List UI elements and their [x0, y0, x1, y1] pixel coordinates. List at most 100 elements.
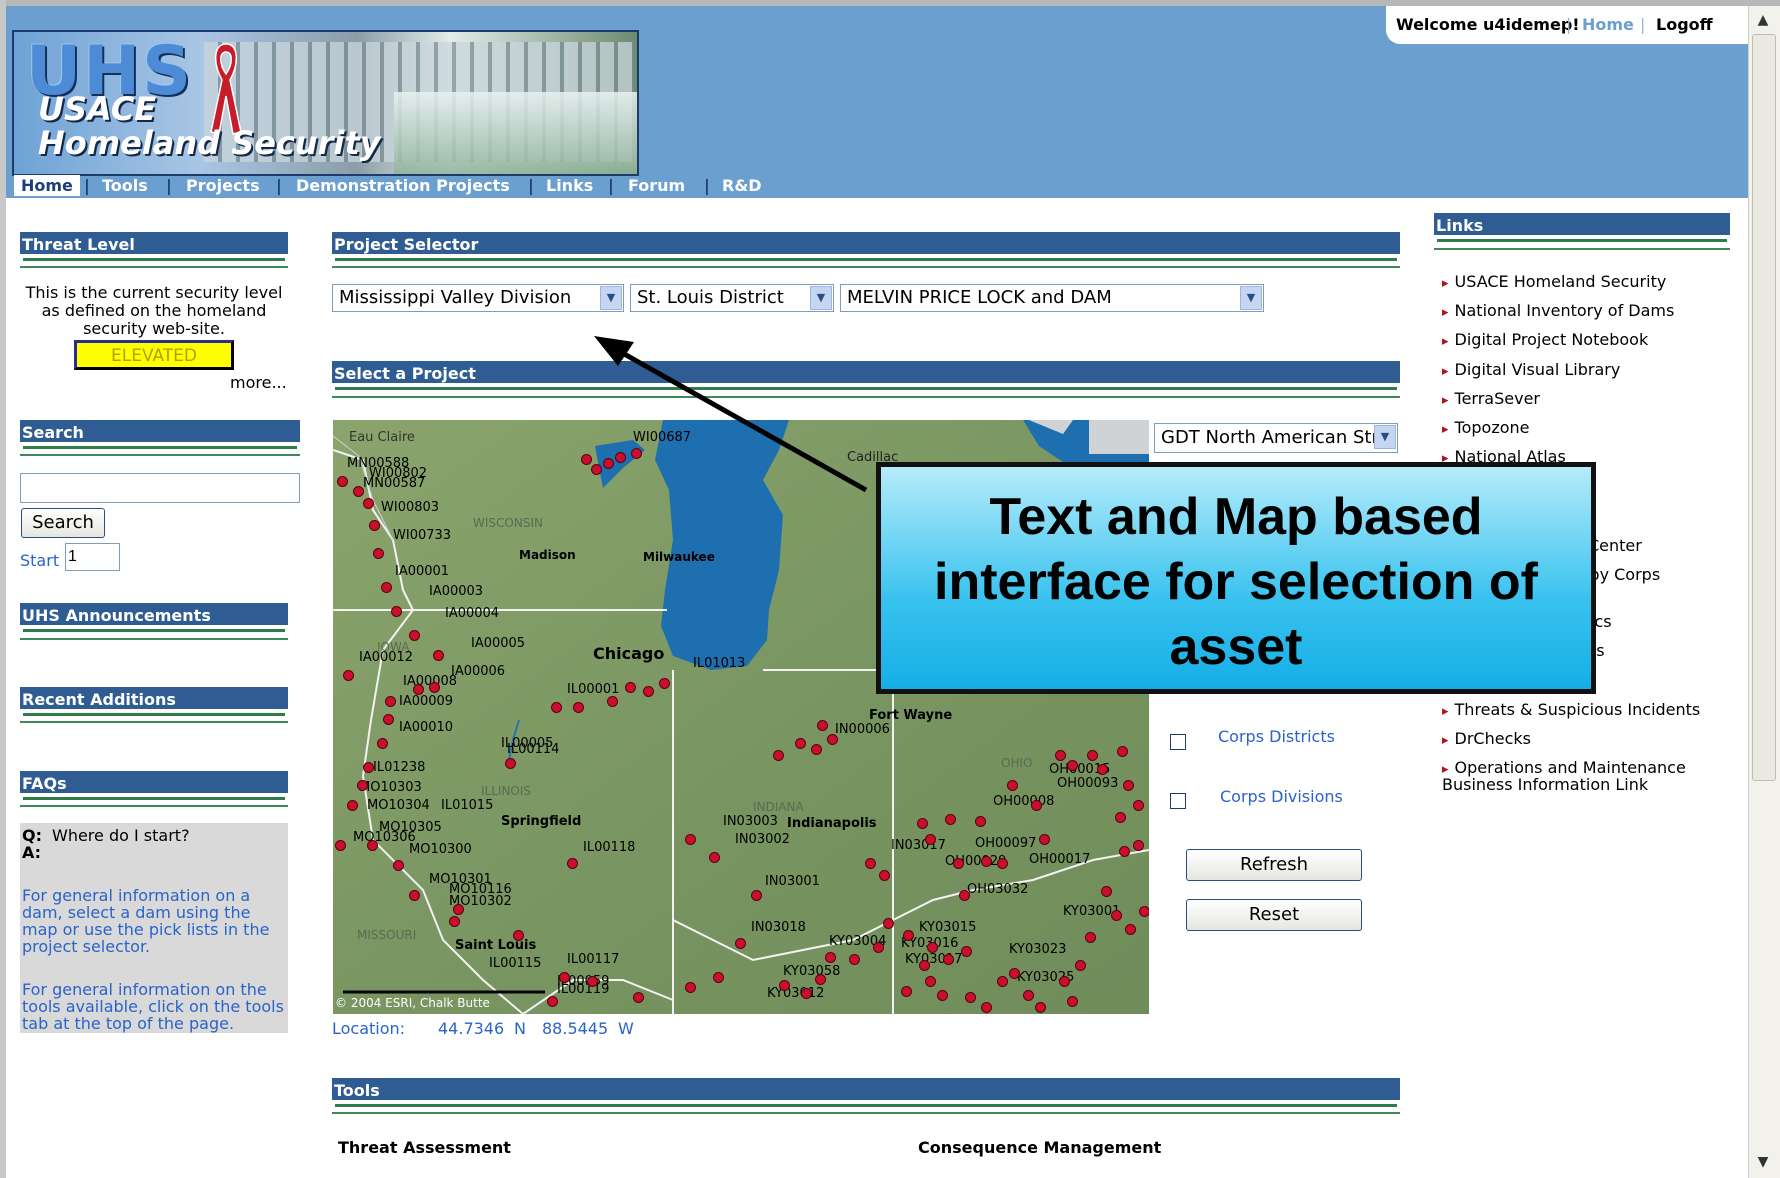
- threat-level-badge[interactable]: ELEVATED: [74, 340, 234, 370]
- dam-marker[interactable]: [903, 930, 914, 941]
- dam-marker[interactable]: [825, 952, 836, 963]
- project-select[interactable]: MELVIN PRICE LOCK and DAM ▼: [840, 284, 1264, 312]
- dam-marker[interactable]: [1059, 976, 1070, 987]
- dam-marker[interactable]: [709, 852, 720, 863]
- dam-marker[interactable]: [1125, 924, 1136, 935]
- dam-marker[interactable]: [1075, 960, 1086, 971]
- dam-marker[interactable]: [1115, 812, 1126, 823]
- dam-marker[interactable]: [643, 686, 654, 697]
- dam-marker[interactable]: [1035, 1002, 1046, 1013]
- dam-marker[interactable]: [381, 582, 392, 593]
- dam-marker[interactable]: [505, 758, 516, 769]
- dam-marker[interactable]: [817, 720, 828, 731]
- dam-marker[interactable]: [1111, 910, 1122, 921]
- dam-marker[interactable]: [1139, 906, 1149, 917]
- dam-marker[interactable]: [373, 548, 384, 559]
- division-select[interactable]: Mississippi Valley Division ▼: [332, 284, 624, 312]
- dam-marker[interactable]: [409, 630, 420, 641]
- link-digital-project-notebook[interactable]: Digital Project Notebook: [1442, 330, 1649, 349]
- dam-marker[interactable]: [959, 890, 970, 901]
- logoff-link[interactable]: Logoff: [1656, 15, 1713, 34]
- tool-threat-assessment[interactable]: Threat Assessment: [338, 1138, 511, 1157]
- dam-marker[interactable]: [965, 992, 976, 1003]
- dam-marker[interactable]: [347, 800, 358, 811]
- dam-marker[interactable]: [363, 762, 374, 773]
- link-digital-visual-library[interactable]: Digital Visual Library: [1442, 360, 1621, 379]
- link-threats-suspicious-incidents[interactable]: Threats & Suspicious Incidents: [1442, 700, 1701, 719]
- dam-marker[interactable]: [751, 890, 762, 901]
- dam-marker[interactable]: [335, 840, 346, 851]
- dam-marker[interactable]: [625, 682, 636, 693]
- dam-marker[interactable]: [1055, 750, 1066, 761]
- dam-marker[interactable]: [1117, 746, 1128, 757]
- home-link[interactable]: Home: [1582, 15, 1634, 34]
- dam-marker[interactable]: [735, 938, 746, 949]
- dam-marker[interactable]: [917, 818, 928, 829]
- dam-marker[interactable]: [795, 738, 806, 749]
- dam-marker[interactable]: [801, 988, 812, 999]
- refresh-button[interactable]: Refresh: [1186, 849, 1362, 881]
- dam-marker[interactable]: [937, 990, 948, 1001]
- dam-marker[interactable]: [587, 976, 598, 987]
- dam-marker[interactable]: [393, 860, 404, 871]
- dam-marker[interactable]: [1119, 846, 1130, 857]
- dam-marker[interactable]: [659, 678, 670, 689]
- dam-marker[interactable]: [961, 946, 972, 957]
- nav-links[interactable]: Links: [546, 176, 593, 195]
- dam-marker[interactable]: [1085, 932, 1096, 943]
- dam-marker[interactable]: [1039, 834, 1050, 845]
- nav-home[interactable]: Home: [14, 175, 80, 196]
- faq-answer-2[interactable]: For general information on the tools ava…: [22, 981, 284, 1032]
- dam-marker[interactable]: [551, 702, 562, 713]
- dam-marker[interactable]: [607, 696, 618, 707]
- dam-marker[interactable]: [449, 916, 460, 927]
- dam-marker[interactable]: [433, 650, 444, 661]
- dam-marker[interactable]: [353, 486, 364, 497]
- dam-marker[interactable]: [779, 980, 790, 991]
- dam-marker[interactable]: [573, 702, 584, 713]
- dam-marker[interactable]: [997, 976, 1008, 987]
- dam-marker[interactable]: [773, 750, 784, 761]
- dam-marker[interactable]: [953, 858, 964, 869]
- dam-marker[interactable]: [1087, 750, 1098, 761]
- search-input[interactable]: [20, 473, 300, 503]
- scrollbar-thumb[interactable]: [1752, 34, 1776, 781]
- dam-marker[interactable]: [943, 954, 954, 965]
- corps-divisions-checkbox[interactable]: [1170, 793, 1186, 809]
- dam-marker[interactable]: [685, 834, 696, 845]
- dam-marker[interactable]: [567, 858, 578, 869]
- dam-marker[interactable]: [1023, 990, 1034, 1001]
- link-operations-line-2[interactable]: Business Information Link: [1442, 775, 1648, 794]
- link-usace-homeland-security[interactable]: USACE Homeland Security: [1442, 272, 1667, 291]
- dam-marker[interactable]: [1067, 760, 1078, 771]
- threat-more-link[interactable]: more...: [230, 373, 287, 392]
- dam-marker[interactable]: [997, 858, 1008, 869]
- scroll-up-icon[interactable]: ▲: [1750, 8, 1776, 32]
- nav-demonstration-projects[interactable]: Demonstration Projects: [296, 176, 510, 195]
- dam-marker[interactable]: [827, 734, 838, 745]
- dam-marker[interactable]: [919, 960, 930, 971]
- dam-marker[interactable]: [865, 858, 876, 869]
- dam-marker[interactable]: [391, 606, 402, 617]
- dam-marker[interactable]: [945, 814, 956, 825]
- district-select[interactable]: St. Louis District ▼: [630, 284, 834, 312]
- dam-marker[interactable]: [429, 682, 440, 693]
- dam-marker[interactable]: [453, 904, 464, 915]
- dam-marker[interactable]: [925, 976, 936, 987]
- dam-marker[interactable]: [377, 738, 388, 749]
- dam-marker[interactable]: [357, 780, 368, 791]
- link-drchecks[interactable]: DrChecks: [1442, 729, 1531, 748]
- link-terrasever[interactable]: TerraSever: [1442, 389, 1540, 408]
- dam-marker[interactable]: [1067, 996, 1078, 1007]
- dam-marker[interactable]: [633, 992, 644, 1003]
- dam-marker[interactable]: [513, 930, 524, 941]
- dam-marker[interactable]: [879, 870, 890, 881]
- dam-marker[interactable]: [409, 890, 420, 901]
- dam-marker[interactable]: [901, 986, 912, 997]
- dam-marker[interactable]: [981, 856, 992, 867]
- dam-marker[interactable]: [1133, 800, 1144, 811]
- corps-districts-checkbox[interactable]: [1170, 734, 1186, 750]
- dam-marker[interactable]: [1097, 764, 1108, 775]
- search-button[interactable]: Search: [21, 508, 105, 538]
- nav-tools[interactable]: Tools: [102, 176, 148, 195]
